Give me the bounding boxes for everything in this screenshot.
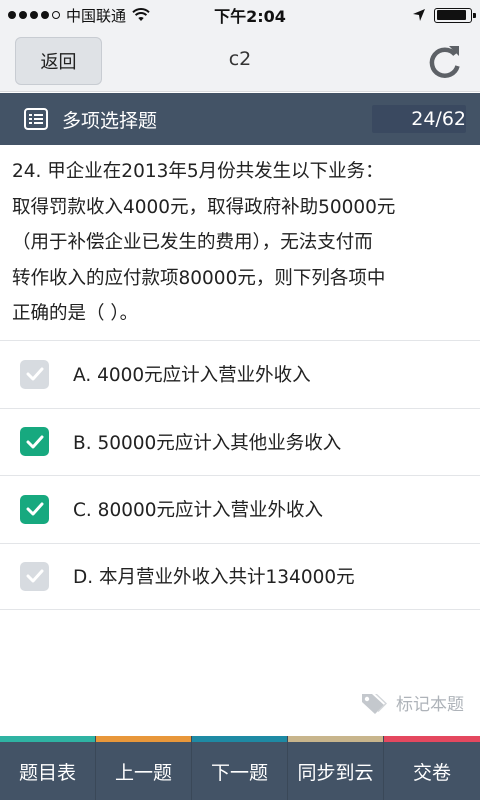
checkmark-icon [26,367,43,381]
status-bar: 中国联通 下午2:04 [0,0,480,30]
question-progress-text: 24/62 [411,108,466,130]
answer-options: A. 4000元应计入营业外收入 B. 50000元应计入其他业务收入 C. 8… [0,340,480,610]
refresh-icon [429,46,460,78]
wifi-icon [132,8,150,21]
option-b-label: B. 50000元应计入其他业务收入 [73,432,342,454]
question-line: 24. 甲企业在2013年5月份共发生以下业务： [12,161,384,182]
question-progress: 24/62 [372,93,480,145]
option-d-label: D. 本月营业外收入共计134000元 [73,567,355,589]
option-a-label: A. 4000元应计入营业外收入 [73,365,311,387]
tab-next-question-label: 下一题 [210,761,268,784]
battery-icon [434,7,476,23]
carrier-name: 中国联通 [66,6,127,25]
list-icon [24,108,48,130]
question-line: 正确的是（ ）。 [12,303,139,324]
tab-next-question[interactable]: 下一题 [192,736,288,800]
tab-question-list[interactable]: 题目表 [0,736,96,800]
question-type-label: 多项选择题 [62,109,158,132]
question-text: 24. 甲企业在2013年5月份共发生以下业务： 取得罚款收入4000元，取得政… [12,154,470,332]
checkmark-icon [26,502,43,516]
tab-sync-to-cloud-label: 同步到云 [297,761,374,784]
back-button[interactable]: 返回 [15,37,102,85]
mark-question-button[interactable]: 标记本题 [360,690,464,715]
question-type-header: 多项选择题 24/62 [0,93,480,145]
tab-submit-exam[interactable]: 交卷 [384,736,480,800]
tag-icon [362,693,387,714]
option-c-checkbox[interactable] [20,494,49,524]
tab-submit-exam-label: 交卷 [412,761,451,784]
option-c-label: C. 80000元应计入营业外收入 [73,500,324,522]
option-d[interactable]: D. 本月营业外收入共计134000元 [0,542,480,610]
navigation-bar: 返回 c2 [0,30,480,92]
tab-previous-question-label: 上一题 [114,761,172,784]
refresh-button[interactable] [422,40,466,84]
checkmark-icon [26,569,43,583]
mark-question-label: 标记本题 [396,695,464,715]
tab-sync-to-cloud[interactable]: 同步到云 [288,736,384,800]
location-arrow-icon [413,9,425,21]
checkmark-icon [26,435,43,449]
tab-question-list-label: 题目表 [18,761,76,784]
option-b[interactable]: B. 50000元应计入其他业务收入 [0,407,480,476]
option-d-checkbox[interactable] [20,561,49,591]
question-line: 取得罚款收入4000元，取得政府补助50000元 [12,196,396,218]
question-line: （用于补偿企业已发生的费用），无法支付而 [12,232,373,253]
option-a[interactable]: A. 4000元应计入营业外收入 [0,340,480,408]
question-line: 转作收入的应付款项80000元，则下列各项中 [12,267,386,289]
signal-strength-icon [8,11,60,19]
option-a-checkbox[interactable] [20,359,49,389]
option-c[interactable]: C. 80000元应计入营业外收入 [0,475,480,543]
option-b-checkbox[interactable] [20,427,49,457]
bottom-toolbar: 题目表 上一题 下一题 同步到云 交卷 [0,736,480,800]
status-time: 下午2:04 [214,7,286,26]
tab-previous-question[interactable]: 上一题 [96,736,192,800]
